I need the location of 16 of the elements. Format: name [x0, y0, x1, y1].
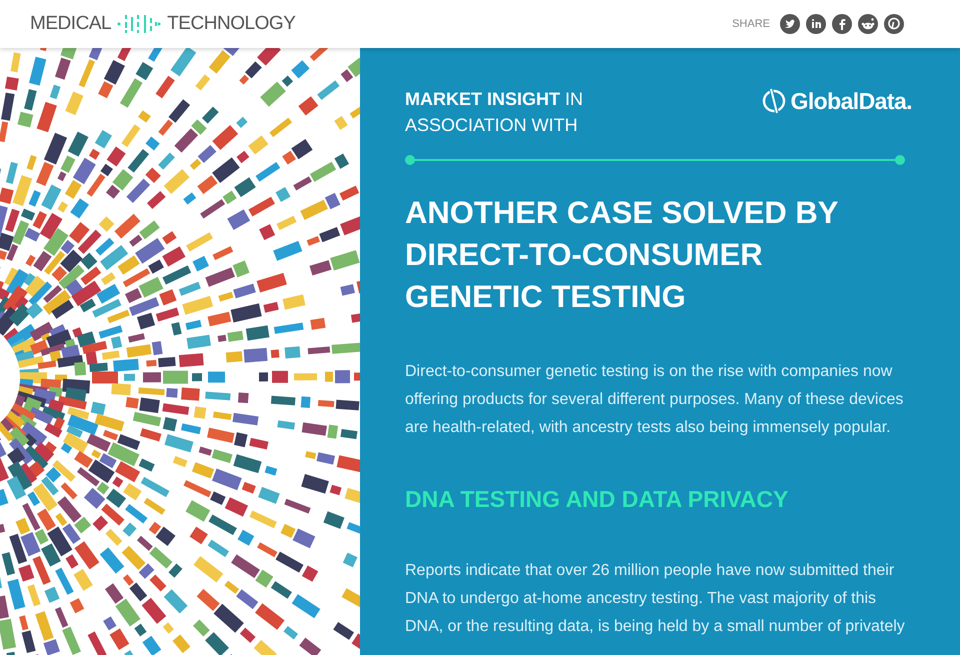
- article-title: ANOTHER CASE SOLVED BY DIRECT-TO-CONSUMER GENETIC TESTING: [405, 194, 839, 316]
- share-label: SHARE: [732, 16, 770, 32]
- logo-text: MEDICAL: [30, 12, 112, 36]
- partner-logo-text: GlobalData.: [790, 87, 912, 116]
- facebook-f-icon[interactable]: [832, 14, 852, 34]
- reddit-alien-icon[interactable]: [858, 14, 878, 34]
- globe-logo-icon: [760, 86, 787, 116]
- body-paragraph: Reports indicate that over 26 million people have now submitted their DNA to undergo at-home ancestry testing. The vast majority of this DNA, or the resulting data, is being held by a small number of privately: [405, 560, 906, 636]
- linkedin-in-icon[interactable]: [806, 14, 826, 34]
- twitter-bird-icon[interactable]: [780, 14, 800, 34]
- pinterest-p-icon[interactable]: [884, 14, 904, 34]
- dna-logo-icon: [117, 13, 162, 35]
- logo-text: TECHNOLOGY: [167, 12, 296, 36]
- section-heading: DNA TESTING AND DATA PRIVACY: [405, 485, 790, 514]
- association-label: MARKET INSIGHT IN ASSOCIATION WITH: [405, 88, 584, 137]
- intro-paragraph: Direct-to-consumer genetic testing is on the rise with companies now offering products for several different purposes. Many of these devices are health-related, with ancestry tests also being immensely popular.: [405, 362, 904, 438]
